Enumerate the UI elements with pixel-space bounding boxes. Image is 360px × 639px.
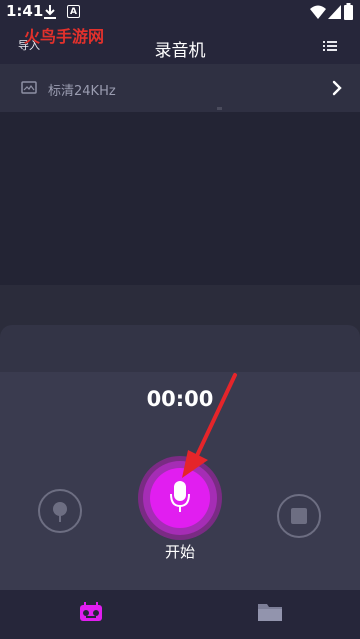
image-quality-icon (21, 81, 37, 94)
notification-a-icon: A (67, 5, 80, 18)
chevron-right-icon[interactable] (332, 80, 342, 96)
stop-icon (291, 508, 307, 524)
waveform-gap (0, 285, 360, 325)
folder-tab-icon[interactable] (257, 602, 283, 622)
microphone-icon (170, 481, 190, 512)
waveform-area (0, 112, 360, 285)
download-icon (44, 5, 56, 19)
list-icon[interactable] (323, 40, 337, 52)
quality-label: 标清24KHz (48, 84, 116, 99)
battery-icon (344, 3, 353, 20)
page-title: 录音机 (154, 41, 206, 61)
pin-icon (53, 502, 67, 522)
divider-mark (217, 107, 222, 110)
status-time: 1:41 (6, 2, 44, 20)
waveform-lower-area (0, 325, 360, 372)
bottom-navigation (0, 590, 360, 639)
annotation-arrow (182, 373, 237, 478)
recorder-tab-icon[interactable] (79, 602, 103, 622)
start-label: 开始 (164, 543, 195, 561)
signal-icon (328, 5, 341, 19)
wifi-icon (310, 5, 326, 19)
